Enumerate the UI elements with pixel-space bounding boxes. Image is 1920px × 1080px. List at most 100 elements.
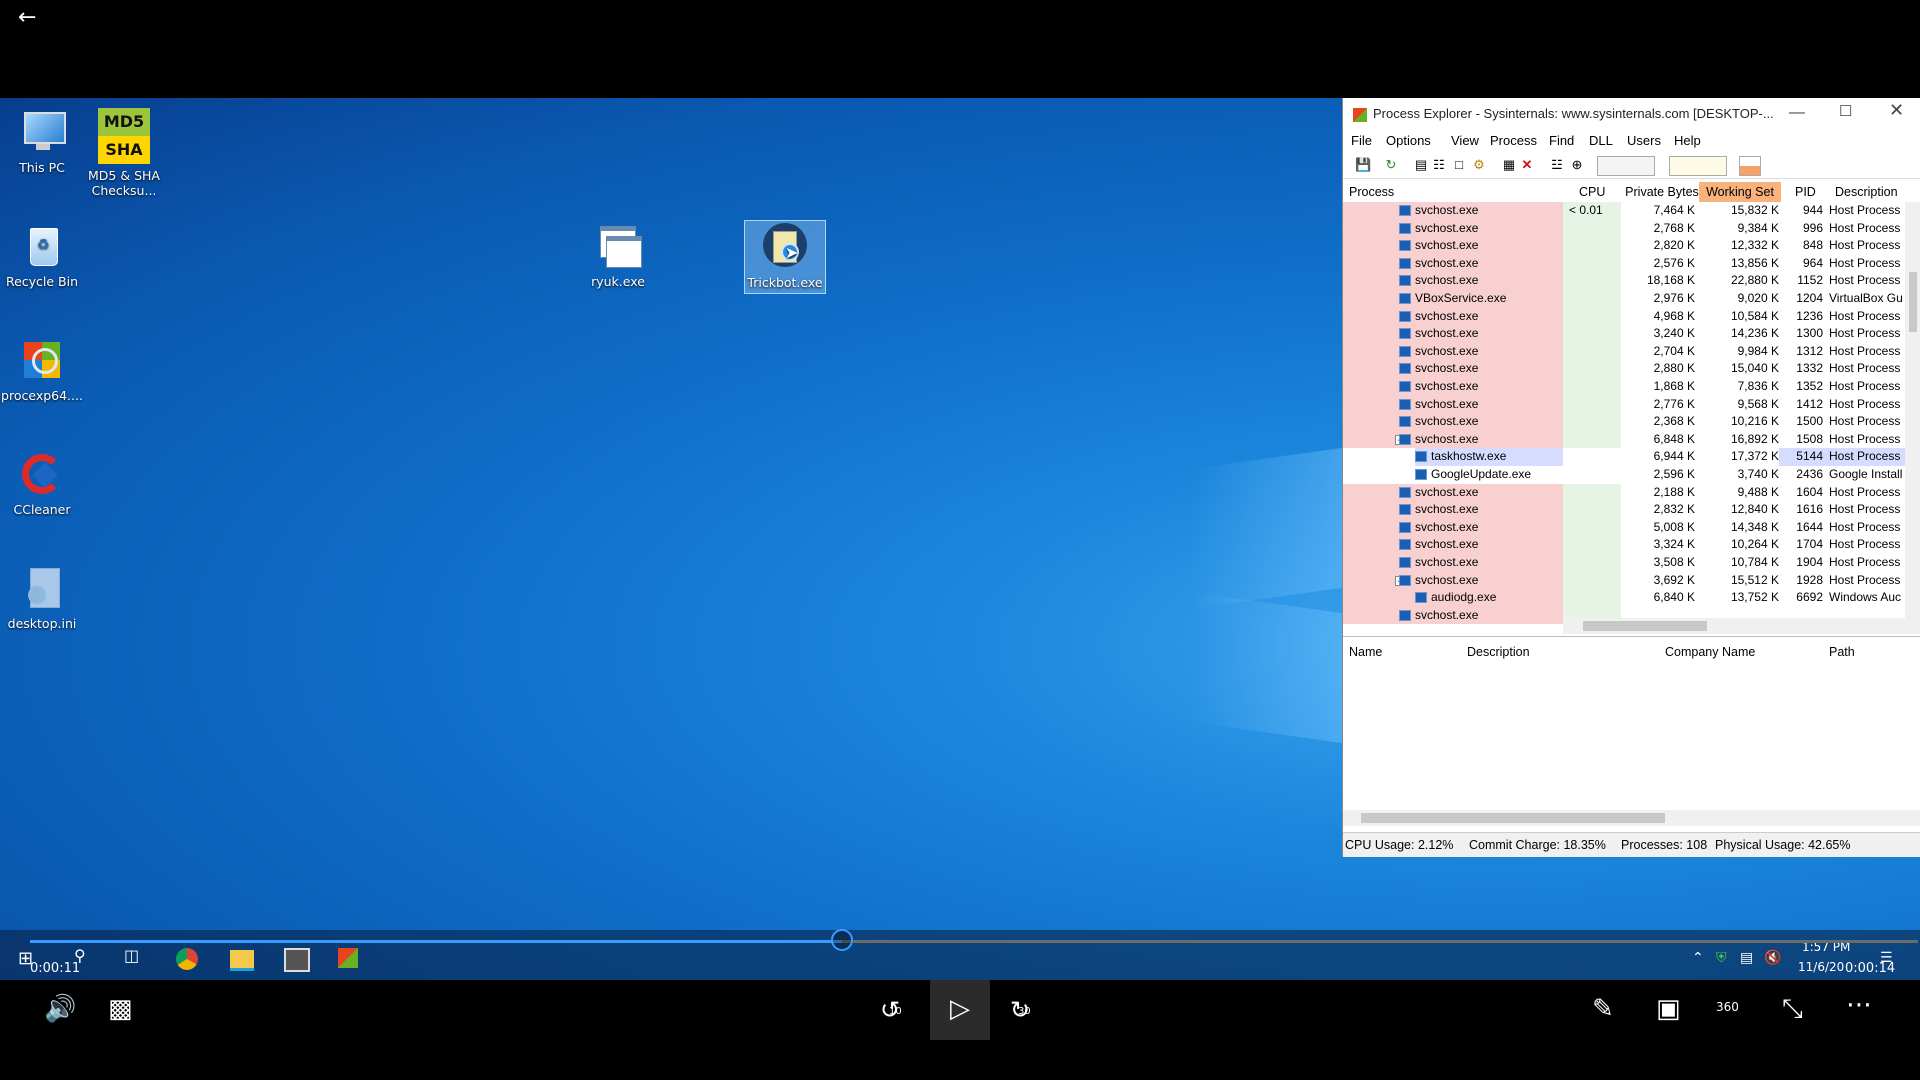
network-icon[interactable]: ▤ <box>1740 950 1753 966</box>
seek-handle[interactable] <box>831 929 853 951</box>
table-row[interactable]: taskhostw.exe 6,944 K 17,372 K 5144 Host Pro… <box>1343 448 1920 466</box>
window-title-bar[interactable]: Process Explorer - Sysinternals: www.sys… <box>1343 98 1920 130</box>
process-name-cell[interactable]: −svchost.exe <box>1343 430 1563 449</box>
table-row[interactable]: svchost.exe 2,704 K 9,984 K 1312 Host Proces… <box>1343 342 1920 361</box>
scrollbar-thumb[interactable] <box>1909 272 1917 332</box>
scrollbar-thumb[interactable] <box>1583 621 1707 631</box>
table-row[interactable]: svchost.exe 2,768 K 9,384 K 996 Host Process <box>1343 219 1920 238</box>
vertical-scrollbar[interactable] <box>1905 202 1920 618</box>
volume-icon[interactable]: 🔊 <box>44 994 76 1024</box>
table-row[interactable]: svchost.exe 3,240 K 14,236 K 1300 Host Proce… <box>1343 325 1920 343</box>
table-row[interactable]: audiodg.exe 6,840 K 13,752 K 6692 Windows Au… <box>1343 589 1920 607</box>
table-row[interactable]: svchost.exe 2,832 K 12,840 K 1616 Host Proce… <box>1343 501 1920 519</box>
table-row[interactable]: −svchost.exe6,848 K16,892 K1508Host Proc… <box>1343 430 1920 449</box>
horizontal-scrollbar[interactable] <box>1563 618 1920 634</box>
menu-file[interactable]: File <box>1351 133 1372 148</box>
cpu-graph-mini[interactable] <box>1597 156 1655 176</box>
col-header-description[interactable]: Description <box>1835 182 1898 202</box>
desktop-icon-md5-sha[interactable]: MD5 SHA MD5 & SHA Checksu... <box>82 108 166 198</box>
desktop-icon-recycle-bin[interactable]: ♻ Recycle Bin <box>0 222 84 289</box>
table-row[interactable]: svchost.exe 2,368 K 10,216 K 1500 Host Proce… <box>1343 413 1920 431</box>
menu-view[interactable]: View <box>1451 133 1479 148</box>
options-icon[interactable]: ⚙ <box>1471 157 1487 173</box>
process-name-cell[interactable]: svchost.exe <box>1343 554 1563 572</box>
procexp-taskbar-icon[interactable] <box>338 948 358 968</box>
pen-edit-icon[interactable]: ✎ <box>1592 994 1614 1024</box>
menu-options[interactable]: Options <box>1386 133 1431 148</box>
back-arrow-icon[interactable]: ← <box>18 6 42 30</box>
table-row[interactable]: svchost.exe 5,008 K 14,348 K 1644 Host Proce… <box>1343 518 1920 537</box>
process-name-cell[interactable]: taskhostw.exe <box>1343 448 1565 466</box>
table-row[interactable]: svchost.exe 1,868 K 7,836 K 1352 Host Proces… <box>1343 378 1920 396</box>
col-header-process[interactable]: Process <box>1349 182 1394 202</box>
save-icon[interactable]: 💾 <box>1355 157 1371 173</box>
process-name-cell[interactable]: audiodg.exe <box>1343 589 1563 607</box>
skip-back-button[interactable]: ↺ 10 <box>880 996 902 1024</box>
kill-process-icon[interactable]: ✕ <box>1519 157 1535 173</box>
file-explorer-icon[interactable] <box>230 950 254 971</box>
io-graph-mini[interactable] <box>1739 156 1761 176</box>
maximize-icon[interactable]: ☐ <box>1839 102 1859 120</box>
play-button[interactable]: ▷ <box>930 980 990 1040</box>
col-header-pid[interactable]: PID <box>1795 182 1816 202</box>
menu-help[interactable]: Help <box>1674 133 1701 148</box>
menu-process[interactable]: Process <box>1490 133 1537 148</box>
process-name-cell[interactable]: svchost.exe <box>1343 254 1563 273</box>
table-row[interactable]: GoogleUpdate.exe 2,596 K 3,740 K 2436 Google… <box>1343 466 1920 484</box>
process-name-cell[interactable]: svchost.exe <box>1343 483 1563 502</box>
store-icon[interactable] <box>284 948 310 972</box>
more-options-icon[interactable]: ⋯ <box>1846 990 1872 1020</box>
skip-forward-button[interactable]: ↻ 30 <box>1010 996 1031 1024</box>
process-name-cell[interactable]: VBoxService.exe <box>1343 290 1563 308</box>
captions-icon[interactable]: ▩ <box>108 994 133 1024</box>
process-name-cell[interactable]: svchost.exe <box>1343 325 1563 343</box>
window-icon[interactable]: □ <box>1451 157 1467 173</box>
process-name-cell[interactable]: svchost.exe <box>1343 413 1563 431</box>
refresh-icon[interactable]: ↻ <box>1383 157 1399 173</box>
find-icon[interactable]: ☳ <box>1549 157 1565 173</box>
chrome-icon[interactable] <box>176 948 198 970</box>
table-row[interactable]: svchost.exe 4,968 K 10,584 K 1236 Host Proce… <box>1343 307 1920 326</box>
menu-dll[interactable]: DLL <box>1589 133 1613 148</box>
menu-users[interactable]: Users <box>1627 133 1661 148</box>
table-row[interactable]: svchost.exe 2,188 K 9,488 K 1604 Host Proces… <box>1343 483 1920 502</box>
mini-view-icon[interactable]: ▣ <box>1656 994 1681 1024</box>
process-name-cell[interactable]: svchost.exe <box>1343 395 1563 414</box>
minimize-icon[interactable]: — <box>1789 104 1809 122</box>
desktop-icon-this-pc[interactable]: This PC <box>0 108 84 175</box>
desktop-icon-trickbot[interactable]: ➤ Trickbot.exe <box>744 220 826 294</box>
process-name-cell[interactable]: svchost.exe <box>1343 518 1563 537</box>
properties-icon[interactable]: ☷ <box>1431 157 1447 173</box>
desktop-icon-desktop-ini[interactable]: desktop.ini <box>0 564 84 631</box>
volume-muted-icon[interactable]: 🔇 <box>1764 950 1781 966</box>
col-header-company-name[interactable]: Company Name <box>1665 645 1755 659</box>
system-info-icon[interactable]: ▤ <box>1413 157 1429 173</box>
table-row[interactable]: svchost.exe < 0.01 7,464 K 15,832 K 944 Host … <box>1343 202 1920 220</box>
table-row[interactable]: svchost.exe 3,508 K 10,784 K 1904 Host Proce… <box>1343 554 1920 572</box>
col-header-path[interactable]: Path <box>1829 645 1855 659</box>
process-name-cell[interactable]: svchost.exe <box>1343 342 1563 361</box>
table-row[interactable]: svchost.exe 3,324 K 10,264 K 1704 Host Proce… <box>1343 536 1920 554</box>
process-name-cell[interactable]: svchost.exe <box>1343 202 1563 220</box>
process-name-cell[interactable]: svchost.exe <box>1343 219 1563 238</box>
defender-shield-icon[interactable]: ⛨ <box>1716 950 1727 966</box>
target-icon[interactable]: ⊕ <box>1569 157 1585 173</box>
process-name-cell[interactable]: svchost.exe <box>1343 272 1563 290</box>
chevron-up-icon[interactable]: ⌃ <box>1692 950 1704 966</box>
lower-horizontal-scrollbar[interactable] <box>1343 810 1920 826</box>
process-name-cell[interactable]: GoogleUpdate.exe <box>1343 466 1563 484</box>
process-name-cell[interactable]: svchost.exe <box>1343 606 1563 625</box>
desktop-icon-procexp[interactable]: procexp64.... <box>0 336 84 403</box>
col-header-lower-description[interactable]: Description <box>1467 645 1530 659</box>
menu-find[interactable]: Find <box>1549 133 1574 148</box>
table-row[interactable]: −svchost.exe3,692 K15,512 K1928Host Proc… <box>1343 571 1920 590</box>
desktop-icon-ccleaner[interactable]: CCleaner <box>0 450 84 517</box>
process-name-cell[interactable]: svchost.exe <box>1343 536 1563 554</box>
table-row[interactable]: VBoxService.exe 2,976 K 9,020 K 1204 Virtual… <box>1343 290 1920 308</box>
table-row[interactable]: svchost.exe 2,820 K 12,332 K 848 Host Proces… <box>1343 237 1920 255</box>
scrollbar-thumb[interactable] <box>1361 813 1665 823</box>
close-icon[interactable]: ✕ <box>1889 100 1909 121</box>
desktop-icon-ryuk[interactable]: ryuk.exe <box>576 222 660 289</box>
commit-graph-mini[interactable] <box>1669 156 1727 176</box>
exit-fullscreen-icon[interactable]: ⤡ <box>1782 994 1803 1025</box>
